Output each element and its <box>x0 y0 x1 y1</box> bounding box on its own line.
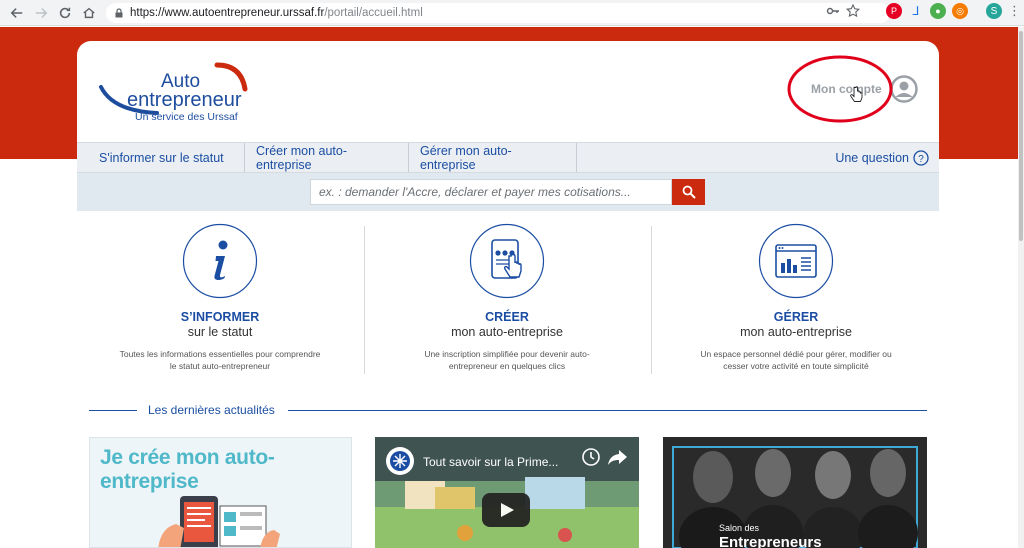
feature-description: Un espace personnel dédié pour gérer, mo… <box>700 349 892 371</box>
forward-icon[interactable] <box>30 2 52 24</box>
search-icon <box>682 185 696 199</box>
site-logo[interactable]: Auto entrepreneur Un service des Urssaf <box>99 59 259 125</box>
help-icon[interactable]: ? <box>913 149 929 166</box>
tablet-touch-icon[interactable] <box>469 223 545 299</box>
dashboard-icon[interactable] <box>758 223 834 299</box>
share-icon[interactable] <box>607 447 629 467</box>
nav-item-informer[interactable]: S'informer sur le statut <box>77 143 245 172</box>
back-icon[interactable] <box>6 2 28 24</box>
search-button[interactable] <box>672 179 705 205</box>
video-title[interactable]: Tout savoir sur la Prime... <box>423 455 558 469</box>
reload-icon[interactable] <box>54 2 76 24</box>
extension-green-icon[interactable]: ● <box>930 3 946 19</box>
feature-title[interactable]: GÉRER <box>653 310 939 324</box>
extension-icon[interactable]: ⅃ <box>908 3 924 19</box>
page: Auto entrepreneur Un service des Urssaf … <box>0 27 1018 548</box>
header-card: Auto entrepreneur Un service des Urssaf … <box>77 41 939 142</box>
news-card-salon[interactable]: Salon des Entrepreneurs <box>663 437 927 548</box>
news-rule-left <box>89 410 137 411</box>
scrollbar-thumb[interactable] <box>1019 31 1023 241</box>
feature-description: Toutes les informations essentielles pou… <box>119 349 321 371</box>
news-card-video[interactable]: Tout savoir sur la Prime... <box>375 437 639 548</box>
search-bar <box>77 173 939 211</box>
pinterest-extension-icon[interactable]: P <box>886 3 902 19</box>
key-icon[interactable] <box>826 4 840 18</box>
feature-gerer[interactable]: GÉRER mon auto-entreprise Un espace pers… <box>653 223 939 383</box>
menu-dots-icon[interactable]: ⋮ <box>1008 3 1021 19</box>
feature-creer[interactable]: CRÉER mon auto-entreprise Une inscriptio… <box>364 223 650 383</box>
lock-icon <box>115 8 123 18</box>
question-label[interactable]: Une question <box>835 151 909 165</box>
salon-label-small[interactable]: Salon des <box>719 523 759 533</box>
info-icon[interactable] <box>182 223 258 299</box>
logo-subtitle: Un service des Urssaf <box>135 111 238 123</box>
channel-logo-icon[interactable] <box>385 446 415 476</box>
question-link[interactable]: Une question ? <box>835 143 929 172</box>
salon-label-large[interactable]: Entrepreneurs <box>719 534 822 548</box>
highlight-circle-annotation <box>787 55 893 123</box>
main-nav: S'informer sur le statut Créer mon auto-… <box>77 142 939 173</box>
url-host: https://www.autoentrepreneur.urssaf.fr <box>130 7 325 19</box>
news-card-creation[interactable]: Je crée mon auto-entreprise <box>89 437 352 548</box>
feature-description: Une inscription simplifiée pour devenir … <box>424 349 590 371</box>
logo-word-entrepreneur: entrepreneur <box>127 89 242 111</box>
feature-subtitle[interactable]: mon auto-entreprise <box>653 325 939 339</box>
feature-informer[interactable]: S’INFORMER sur le statut Toutes les info… <box>77 223 363 383</box>
play-icon <box>501 503 514 517</box>
url-path: /portail/accueil.html <box>324 7 423 19</box>
bookmark-star-icon[interactable] <box>846 4 860 18</box>
address-bar[interactable]: https://www.autoentrepreneur.urssaf.fr/p… <box>106 3 890 23</box>
nav-item-creer[interactable]: Créer mon auto-entreprise <box>245 143 409 172</box>
profile-avatar[interactable]: S <box>986 3 1002 19</box>
home-icon[interactable] <box>78 2 100 24</box>
salon-photo-illustration-icon <box>663 437 927 548</box>
news-section-title: Les dernières actualités <box>148 403 275 417</box>
news-rule-right <box>288 410 927 411</box>
play-button[interactable] <box>482 493 530 527</box>
feature-title[interactable]: CRÉER <box>364 310 650 324</box>
page-scrollbar[interactable] <box>1018 27 1024 548</box>
nav-item-gerer[interactable]: Gérer mon auto-entreprise <box>409 143 577 172</box>
feature-title[interactable]: S’INFORMER <box>77 310 363 324</box>
watch-later-icon[interactable] <box>581 447 601 467</box>
svg-text:?: ? <box>918 154 924 165</box>
laptop-illustration-icon <box>158 496 280 547</box>
feature-subtitle[interactable]: mon auto-entreprise <box>364 325 650 339</box>
feature-subtitle[interactable]: sur le statut <box>77 325 363 339</box>
search-input[interactable] <box>310 179 672 205</box>
divider <box>651 226 652 374</box>
browser-toolbar: https://www.autoentrepreneur.urssaf.fr/p… <box>0 0 1024 26</box>
extension-orange-icon[interactable]: ◎ <box>952 3 968 19</box>
